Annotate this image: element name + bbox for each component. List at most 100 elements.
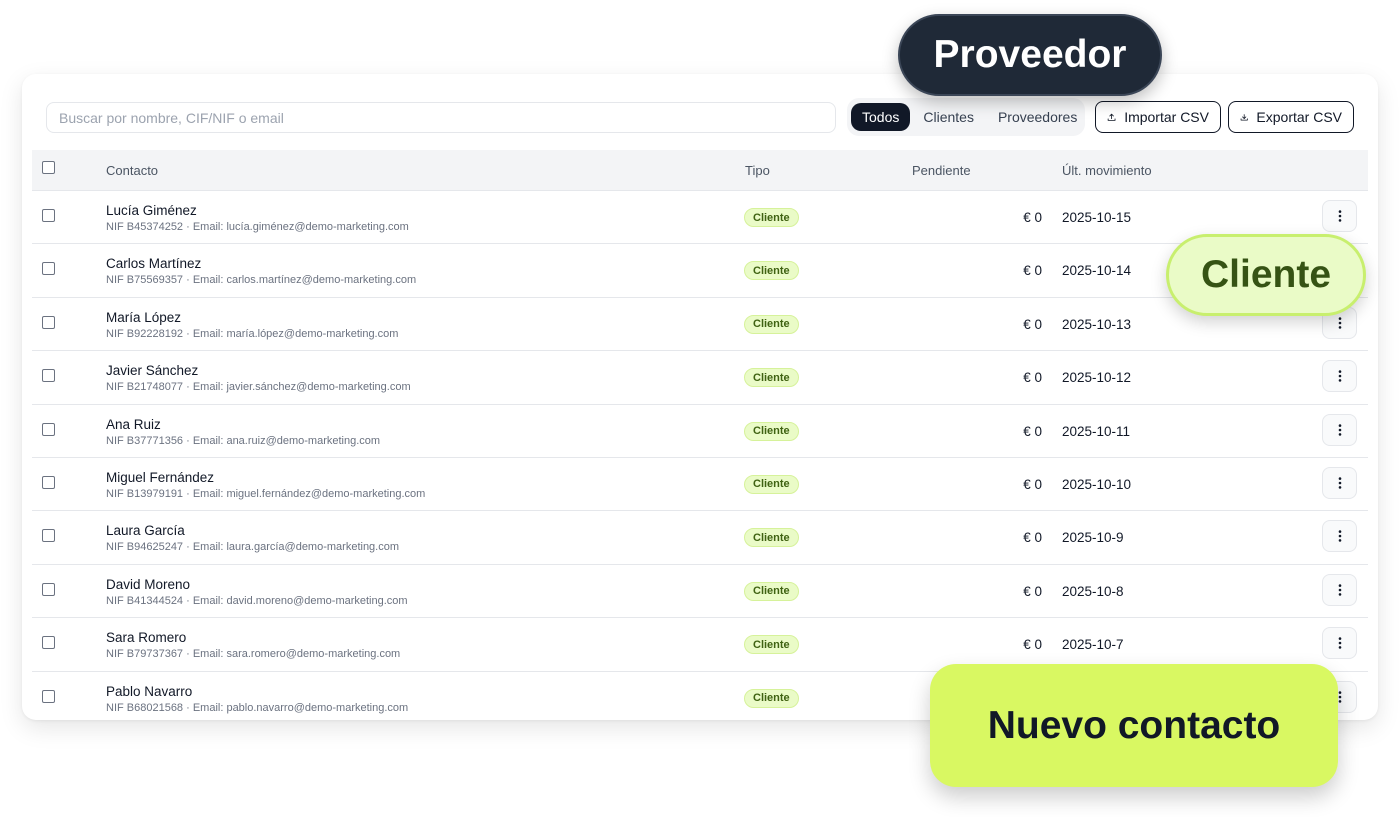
row-menu-button[interactable]: [1322, 573, 1357, 606]
upload-icon: [1107, 113, 1116, 121]
filter-proveedores[interactable]: Proveedores: [987, 103, 1088, 131]
contact-detail: NIF B13979191 · Email: miguel.fernández@…: [106, 487, 426, 500]
contact-name: Carlos Martínez: [106, 256, 202, 272]
type-badge: Cliente: [744, 528, 799, 548]
pending-amount: € 0: [1023, 637, 1042, 653]
pending-amount: € 0: [1023, 583, 1042, 599]
table-row[interactable]: Miguel Fernández NIF B13979191 · Email: m…: [32, 458, 1368, 512]
row-menu-button[interactable]: [1322, 520, 1357, 553]
more-vertical-icon: [1338, 423, 1341, 436]
contact-detail: NIF B79737367 · Email: sara.romero@demo-…: [106, 648, 401, 661]
last-movement-date: 2025-10-15: [1062, 210, 1132, 225]
pending-amount: € 0: [1023, 370, 1042, 386]
type-badge: Cliente: [744, 635, 799, 655]
contact-detail: NIF B45374252 · Email: lucía.giménez@dem…: [106, 221, 409, 233]
more-vertical-icon: [1338, 584, 1341, 596]
contact-detail: NIF B68021568 · Email: pablo.navarro@dem…: [106, 701, 409, 714]
contacts-table: Contacto Tipo Pendiente Últ. movimiento …: [32, 150, 1368, 720]
contact-name: David Moreno: [106, 576, 191, 592]
table-row[interactable]: David Moreno NIF B41344524 · Email: david…: [32, 565, 1368, 619]
row-checkbox[interactable]: [42, 475, 55, 489]
table-row[interactable]: Ana Ruiz NIF B37771356 · Email: ana.ruiz@…: [32, 405, 1368, 458]
filter-clientes[interactable]: Clientes: [912, 103, 985, 131]
type-badge: Cliente: [744, 581, 799, 601]
row-menu-button[interactable]: [1322, 627, 1357, 660]
row-checkbox[interactable]: [42, 209, 55, 222]
type-badge: Cliente: [744, 368, 799, 388]
row-menu-button[interactable]: [1322, 200, 1357, 232]
type-badge: Cliente: [744, 314, 799, 334]
type-filter: Todos Clientes Proveedores: [847, 98, 1085, 136]
pending-amount: € 0: [1023, 263, 1042, 279]
row-checkbox[interactable]: [42, 315, 55, 329]
contact-name: María López: [106, 309, 182, 325]
last-movement-date: 2025-10-12: [1062, 370, 1132, 386]
select-all-checkbox[interactable]: [42, 161, 55, 174]
import-csv-label: Importar CSV: [1124, 109, 1209, 125]
row-menu-button[interactable]: [1322, 413, 1357, 446]
table-row[interactable]: Laura García NIF B94625247 · Email: laura…: [32, 511, 1368, 565]
header-tipo[interactable]: Tipo: [745, 163, 770, 178]
row-checkbox[interactable]: [42, 636, 55, 650]
more-vertical-icon: [1338, 477, 1341, 489]
cliente-callout: Cliente: [1166, 234, 1366, 316]
row-checkbox[interactable]: [42, 262, 55, 276]
type-badge: Cliente: [744, 421, 799, 441]
row-checkbox[interactable]: [42, 422, 55, 436]
last-movement-date: 2025-10-7: [1062, 637, 1124, 653]
header-pendiente[interactable]: Pendiente: [912, 163, 971, 178]
contact-name: Ana Ruiz: [106, 416, 161, 432]
more-vertical-icon: [1338, 370, 1341, 382]
header-ultimo-movimiento[interactable]: Últ. movimiento: [1062, 163, 1152, 178]
last-movement-date: 2025-10-13: [1062, 316, 1132, 332]
contact-detail: NIF B21748077 · Email: javier.sánchez@de…: [106, 381, 411, 394]
contact-detail: NIF B37771356 · Email: ana.ruiz@demo-mar…: [106, 434, 381, 447]
export-csv-button[interactable]: Exportar CSV: [1228, 101, 1354, 133]
row-checkbox[interactable]: [42, 369, 55, 383]
table-row[interactable]: María López NIF B92228192 · Email: maría.…: [32, 298, 1368, 352]
row-checkbox[interactable]: [42, 582, 55, 596]
nuevo-contacto-button[interactable]: Nuevo contacto: [930, 664, 1338, 787]
contact-detail: NIF B92228192 · Email: maría.lópez@demo-…: [106, 327, 399, 340]
pending-amount: € 0: [1023, 316, 1042, 332]
last-movement-date: 2025-10-14: [1062, 263, 1132, 279]
type-badge: Cliente: [744, 261, 799, 281]
contact-detail: NIF B94625247 · Email: laura.garcía@demo…: [106, 541, 400, 554]
last-movement-date: 2025-10-10: [1062, 476, 1132, 492]
screen: Todos Clientes Proveedores Importar CSV …: [0, 0, 1400, 817]
header-contacto[interactable]: Contacto: [106, 163, 158, 178]
row-menu-button[interactable]: [1322, 360, 1357, 393]
contact-detail: NIF B41344524 · Email: david.moreno@demo…: [106, 594, 408, 607]
download-icon: [1240, 113, 1248, 121]
pending-amount: € 0: [1023, 476, 1042, 492]
contact-name: Sara Romero: [106, 630, 187, 646]
type-badge: Cliente: [744, 474, 799, 494]
search-input[interactable]: [46, 102, 836, 133]
toolbar: Todos Clientes Proveedores Importar CSV …: [46, 98, 1354, 136]
last-movement-date: 2025-10-8: [1062, 583, 1124, 599]
pending-amount: € 0: [1023, 423, 1042, 439]
contact-name: Lucía Giménez: [106, 203, 197, 218]
table-row[interactable]: Javier Sánchez NIF B21748077 · Email: jav…: [32, 351, 1368, 405]
more-vertical-icon: [1338, 317, 1341, 329]
contact-name: Javier Sánchez: [106, 363, 199, 379]
type-badge: Cliente: [744, 208, 799, 227]
table-header: Contacto Tipo Pendiente Últ. movimiento: [32, 150, 1368, 191]
more-vertical-icon: [1338, 210, 1341, 222]
more-vertical-icon: [1338, 637, 1341, 649]
more-vertical-icon: [1338, 530, 1341, 543]
last-movement-date: 2025-10-11: [1062, 423, 1131, 439]
export-csv-label: Exportar CSV: [1256, 109, 1342, 125]
contacts-card: Todos Clientes Proveedores Importar CSV …: [22, 74, 1378, 720]
row-menu-button[interactable]: [1322, 466, 1357, 499]
table-row[interactable]: Lucía Giménez NIF B45374252 · Email: lucí…: [32, 191, 1368, 245]
filter-todos[interactable]: Todos: [851, 103, 911, 131]
type-badge: Cliente: [744, 688, 799, 708]
pending-amount: € 0: [1023, 210, 1042, 225]
proveedor-callout: Proveedor: [898, 14, 1162, 96]
contact-name: Pablo Navarro: [106, 683, 193, 699]
pending-amount: € 0: [1023, 530, 1042, 546]
import-csv-button[interactable]: Importar CSV: [1095, 101, 1221, 133]
row-checkbox[interactable]: [42, 689, 55, 703]
row-checkbox[interactable]: [42, 529, 55, 543]
